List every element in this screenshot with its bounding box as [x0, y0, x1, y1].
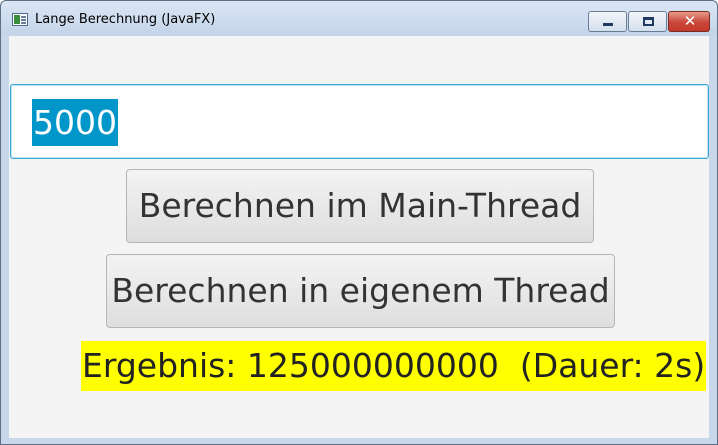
compute-main-thread-button[interactable]: Berechnen im Main-Thread	[126, 169, 594, 243]
window-title: Lange Berechnung (JavaFX)	[35, 12, 216, 27]
app-icon	[12, 13, 28, 26]
result-label: Ergebnis: 125000000000 (Dauer: 2s)	[81, 341, 707, 391]
compute-own-thread-button[interactable]: Berechnen in eigenem Thread	[106, 254, 615, 328]
number-input-value[interactable]: 5000	[32, 99, 118, 146]
app-window: Lange Berechnung (JavaFX) ✕ 5000 Berechn…	[0, 0, 718, 445]
main-content: 5000 Berechnen im Main-Thread Berechnen …	[9, 36, 709, 438]
minimize-button[interactable]	[588, 11, 627, 32]
maximize-button[interactable]	[628, 11, 667, 32]
minimize-icon	[603, 23, 613, 26]
maximize-icon	[643, 17, 654, 26]
close-icon: ✕	[683, 12, 697, 30]
number-input[interactable]: 5000	[10, 84, 709, 159]
close-button[interactable]: ✕	[668, 11, 710, 32]
title-bar[interactable]: Lange Berechnung (JavaFX) ✕	[1, 1, 717, 36]
